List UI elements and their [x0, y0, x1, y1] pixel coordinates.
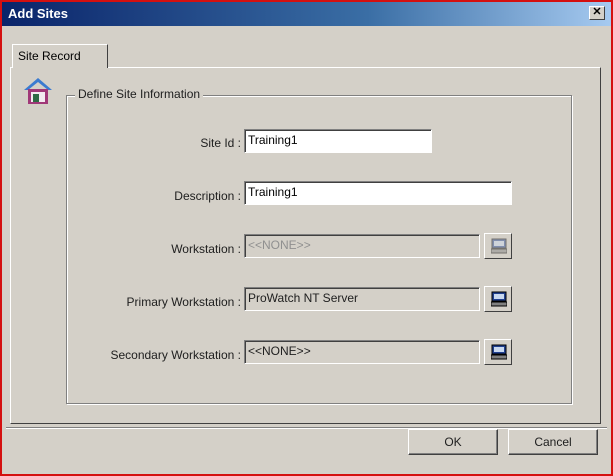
- secondary-workstation-browse-button[interactable]: [484, 339, 512, 365]
- workstation-browse-icon: [491, 344, 507, 360]
- site-id-input[interactable]: Training1: [244, 129, 432, 153]
- site-info-group: Define Site Information Site Id : Traini…: [66, 87, 572, 404]
- workstation-label: Workstation :: [171, 242, 241, 256]
- close-icon: ✕: [592, 6, 602, 18]
- workstation-browse-icon: [491, 291, 507, 307]
- workstation-input: <<NONE>>: [244, 234, 480, 258]
- house-icon: [24, 78, 52, 104]
- add-sites-dialog: Add Sites ✕ Site Record Define Site Info…: [0, 0, 613, 476]
- primary-workstation-input: ProWatch NT Server: [244, 287, 480, 311]
- description-label: Description :: [174, 189, 241, 203]
- secondary-workstation-input: <<NONE>>: [244, 340, 480, 364]
- site-id-label: Site Id :: [200, 136, 241, 150]
- tab-panel-site-record: Define Site Information Site Id : Traini…: [10, 67, 601, 424]
- dialog-title: Add Sites: [8, 6, 68, 21]
- close-button[interactable]: ✕: [589, 6, 605, 20]
- ok-button[interactable]: OK: [408, 429, 498, 455]
- title-bar[interactable]: Add Sites ✕: [2, 2, 611, 26]
- tab-label: Site Record: [18, 49, 81, 63]
- dialog-body: Site Record Define Site Information Site…: [2, 26, 611, 474]
- group-label: Define Site Information: [75, 87, 204, 101]
- tab-site-record[interactable]: Site Record: [12, 44, 108, 68]
- cancel-button[interactable]: Cancel: [508, 429, 598, 455]
- workstation-browse-button: [484, 233, 512, 259]
- primary-workstation-browse-button[interactable]: [484, 286, 512, 312]
- description-input[interactable]: Training1: [244, 181, 512, 205]
- primary-workstation-label: Primary Workstation :: [126, 295, 241, 309]
- workstation-browse-icon: [491, 238, 507, 254]
- secondary-workstation-label: Secondary Workstation :: [110, 348, 241, 362]
